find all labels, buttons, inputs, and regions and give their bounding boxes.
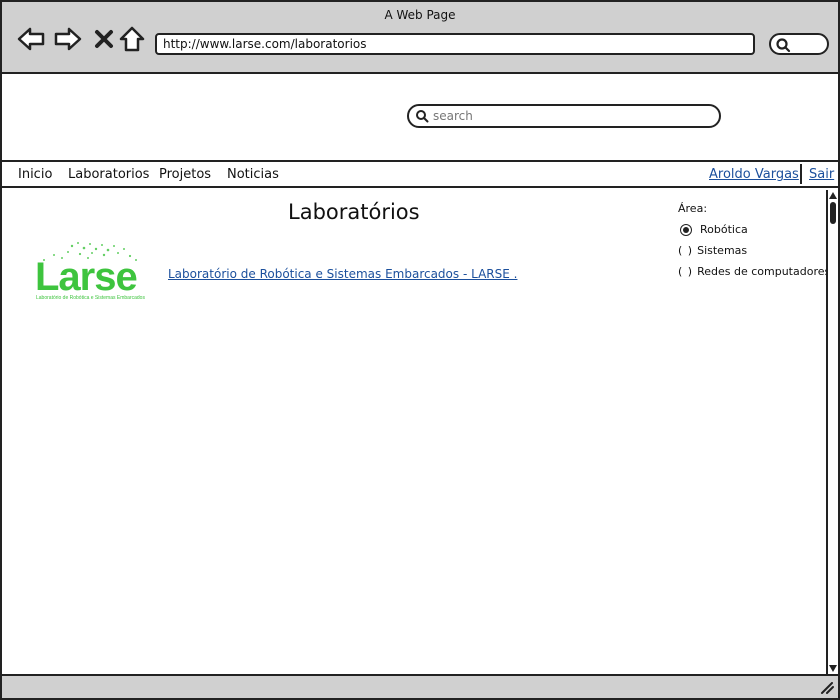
browser-search-button[interactable] <box>769 33 829 55</box>
lab-link-larse[interactable]: Laboratório de Robótica e Sistemas Embar… <box>168 267 517 281</box>
page-title: Laboratórios <box>288 200 420 224</box>
menu-bar: Inicio Laboratorios Projetos Noticias Ar… <box>2 160 838 188</box>
menu-item-inicio[interactable]: Inicio <box>18 167 52 182</box>
window-title: A Web Page <box>384 8 456 22</box>
scroll-thumb[interactable] <box>830 202 836 224</box>
browser-chrome: A Web Page http://www.larse.com/laborato… <box>2 2 838 74</box>
forward-button[interactable] <box>53 24 83 54</box>
back-arrow-icon <box>17 27 45 51</box>
scroll-down-icon[interactable] <box>829 665 837 672</box>
back-button[interactable] <box>16 24 46 54</box>
search-box[interactable] <box>407 104 721 128</box>
home-icon <box>119 26 145 52</box>
radio-sistemas[interactable]: ( ) Sistemas <box>678 244 747 257</box>
search-icon <box>416 110 429 123</box>
area-filter-label: Área: <box>678 202 708 215</box>
search-input[interactable] <box>433 109 703 123</box>
forward-arrow-icon <box>54 27 82 51</box>
radio-label: Sistemas <box>697 244 748 257</box>
radio-selected-icon <box>680 223 692 236</box>
menu-divider <box>800 164 802 184</box>
resize-grip-icon[interactable] <box>820 682 834 694</box>
menu-item-noticias[interactable]: Noticias <box>227 167 279 182</box>
radio-label: Robótica <box>700 223 748 236</box>
larse-logo[interactable]: Larse Laboratório de Robótica e Sistemas… <box>32 240 148 302</box>
stop-button[interactable] <box>89 24 119 54</box>
logo-tagline: Laboratório de Robótica e Sistemas Embar… <box>36 295 145 301</box>
radio-redes[interactable]: ( ) Redes de computadores <box>678 265 830 278</box>
home-button[interactable] <box>117 24 147 54</box>
status-bar <box>2 674 838 698</box>
close-x-icon <box>95 30 113 48</box>
logo-wordmark: Larse <box>35 255 137 299</box>
browser-window: A Web Page http://www.larse.com/laborato… <box>0 0 840 700</box>
logout-link[interactable]: Sair <box>809 167 834 182</box>
menu-item-laboratorios[interactable]: Laboratorios <box>68 167 149 182</box>
vertical-scrollbar[interactable] <box>826 190 838 674</box>
address-bar[interactable]: http://www.larse.com/laboratorios <box>155 33 755 55</box>
radio-label: Redes de computadores <box>697 265 831 278</box>
radio-unselected-icon: ( ) <box>678 244 694 257</box>
menu-item-projetos[interactable]: Projetos <box>159 167 211 182</box>
user-profile-link[interactable]: Aroldo Vargas <box>709 167 799 182</box>
scroll-up-icon[interactable] <box>829 192 837 199</box>
magnifier-icon <box>776 38 791 53</box>
radio-robotica[interactable]: Robótica <box>678 223 748 236</box>
radio-unselected-icon: ( ) <box>678 265 694 278</box>
